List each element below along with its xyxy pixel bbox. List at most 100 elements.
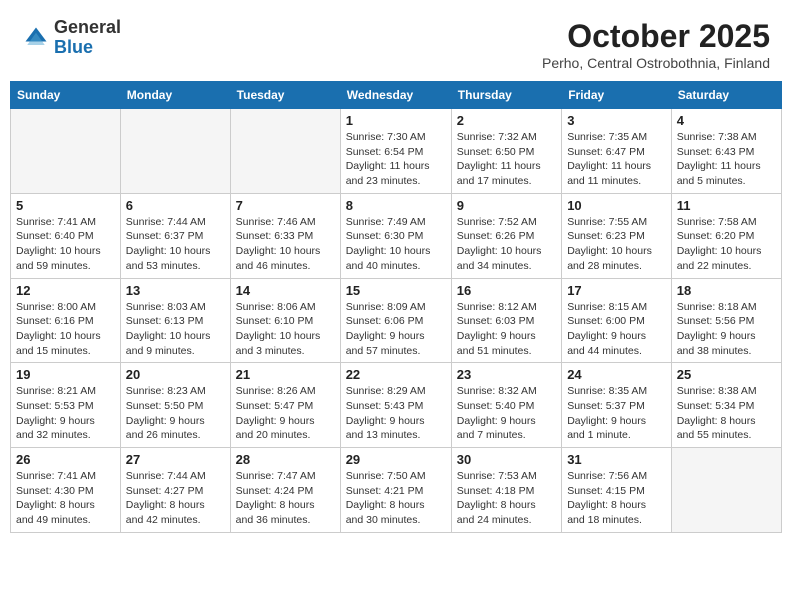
day-info: Sunrise: 8:26 AM Sunset: 5:47 PM Dayligh… xyxy=(236,384,335,443)
calendar-cell: 27 Sunrise: 7:44 AM Sunset: 4:27 PM Dayli… xyxy=(120,448,230,533)
day-number: 16 xyxy=(457,283,556,298)
calendar-cell xyxy=(11,109,121,194)
day-info: Sunrise: 7:55 AM Sunset: 6:23 PM Dayligh… xyxy=(567,215,666,274)
day-number: 4 xyxy=(677,113,776,128)
day-info: Sunrise: 8:38 AM Sunset: 5:34 PM Dayligh… xyxy=(677,384,776,443)
day-number: 7 xyxy=(236,198,335,213)
calendar-header-monday: Monday xyxy=(120,82,230,109)
calendar-cell xyxy=(120,109,230,194)
logo-blue-text: Blue xyxy=(54,37,93,57)
calendar-cell: 24 Sunrise: 8:35 AM Sunset: 5:37 PM Dayli… xyxy=(562,363,672,448)
calendar-cell: 7 Sunrise: 7:46 AM Sunset: 6:33 PM Daylig… xyxy=(230,193,340,278)
day-info: Sunrise: 8:35 AM Sunset: 5:37 PM Dayligh… xyxy=(567,384,666,443)
calendar-cell: 10 Sunrise: 7:55 AM Sunset: 6:23 PM Dayli… xyxy=(562,193,672,278)
page-header: General Blue October 2025 Perho, Central… xyxy=(10,10,782,75)
calendar-cell: 14 Sunrise: 8:06 AM Sunset: 6:10 PM Dayli… xyxy=(230,278,340,363)
day-number: 15 xyxy=(346,283,446,298)
calendar-cell: 17Sunrise: 8:15 AM Sunset: 6:00 PM Dayli… xyxy=(562,278,672,363)
day-number: 1 xyxy=(346,113,446,128)
week-row-4: 19 Sunrise: 8:21 AM Sunset: 5:53 PM Dayli… xyxy=(11,363,782,448)
calendar-cell: 12Sunrise: 8:00 AM Sunset: 6:16 PM Dayli… xyxy=(11,278,121,363)
day-number: 29 xyxy=(346,452,446,467)
day-number: 2 xyxy=(457,113,556,128)
day-info: Sunrise: 7:49 AM Sunset: 6:30 PM Dayligh… xyxy=(346,215,446,274)
day-info: Sunrise: 7:52 AM Sunset: 6:26 PM Dayligh… xyxy=(457,215,556,274)
logo-general-text: General xyxy=(54,17,121,37)
day-number: 8 xyxy=(346,198,446,213)
day-info: Sunrise: 7:41 AM Sunset: 6:40 PM Dayligh… xyxy=(16,215,115,274)
day-number: 6 xyxy=(126,198,225,213)
calendar-header-row: SundayMondayTuesdayWednesdayThursdayFrid… xyxy=(11,82,782,109)
day-info: Sunrise: 8:12 AM Sunset: 6:03 PM Dayligh… xyxy=(457,300,556,359)
calendar-cell: 1 Sunrise: 7:30 AM Sunset: 6:54 PM Daylig… xyxy=(340,109,451,194)
day-number: 9 xyxy=(457,198,556,213)
day-info: Sunrise: 8:29 AM Sunset: 5:43 PM Dayligh… xyxy=(346,384,446,443)
calendar-cell: 26Sunrise: 7:41 AM Sunset: 4:30 PM Dayli… xyxy=(11,448,121,533)
week-row-5: 26Sunrise: 7:41 AM Sunset: 4:30 PM Dayli… xyxy=(11,448,782,533)
day-number: 3 xyxy=(567,113,666,128)
day-info: Sunrise: 8:32 AM Sunset: 5:40 PM Dayligh… xyxy=(457,384,556,443)
calendar-header-sunday: Sunday xyxy=(11,82,121,109)
day-info: Sunrise: 8:18 AM Sunset: 5:56 PM Dayligh… xyxy=(677,300,776,359)
calendar-header-friday: Friday xyxy=(562,82,672,109)
day-number: 11 xyxy=(677,198,776,213)
day-number: 24 xyxy=(567,367,666,382)
day-info: Sunrise: 8:03 AM Sunset: 6:13 PM Dayligh… xyxy=(126,300,225,359)
day-number: 18 xyxy=(677,283,776,298)
calendar-cell: 16 Sunrise: 8:12 AM Sunset: 6:03 PM Dayli… xyxy=(451,278,561,363)
day-number: 25 xyxy=(677,367,776,382)
calendar-header-wednesday: Wednesday xyxy=(340,82,451,109)
day-info: Sunrise: 8:09 AM Sunset: 6:06 PM Dayligh… xyxy=(346,300,446,359)
day-info: Sunrise: 7:41 AM Sunset: 4:30 PM Dayligh… xyxy=(16,469,115,528)
day-info: Sunrise: 7:50 AM Sunset: 4:21 PM Dayligh… xyxy=(346,469,446,528)
day-number: 21 xyxy=(236,367,335,382)
calendar-cell: 2 Sunrise: 7:32 AM Sunset: 6:50 PM Daylig… xyxy=(451,109,561,194)
calendar-cell xyxy=(230,109,340,194)
day-number: 30 xyxy=(457,452,556,467)
day-info: Sunrise: 7:53 AM Sunset: 4:18 PM Dayligh… xyxy=(457,469,556,528)
week-row-1: 1 Sunrise: 7:30 AM Sunset: 6:54 PM Daylig… xyxy=(11,109,782,194)
calendar-cell: 23 Sunrise: 8:32 AM Sunset: 5:40 PM Dayli… xyxy=(451,363,561,448)
calendar-header-tuesday: Tuesday xyxy=(230,82,340,109)
day-info: Sunrise: 7:32 AM Sunset: 6:50 PM Dayligh… xyxy=(457,130,556,189)
day-number: 20 xyxy=(126,367,225,382)
calendar-cell: 9 Sunrise: 7:52 AM Sunset: 6:26 PM Daylig… xyxy=(451,193,561,278)
day-info: Sunrise: 7:56 AM Sunset: 4:15 PM Dayligh… xyxy=(567,469,666,528)
day-info: Sunrise: 7:30 AM Sunset: 6:54 PM Dayligh… xyxy=(346,130,446,189)
calendar-cell: 31Sunrise: 7:56 AM Sunset: 4:15 PM Dayli… xyxy=(562,448,672,533)
calendar-cell: 4 Sunrise: 7:38 AM Sunset: 6:43 PM Daylig… xyxy=(671,109,781,194)
calendar-cell: 29 Sunrise: 7:50 AM Sunset: 4:21 PM Dayli… xyxy=(340,448,451,533)
day-number: 13 xyxy=(126,283,225,298)
day-number: 27 xyxy=(126,452,225,467)
calendar-cell: 18 Sunrise: 8:18 AM Sunset: 5:56 PM Dayli… xyxy=(671,278,781,363)
day-info: Sunrise: 7:58 AM Sunset: 6:20 PM Dayligh… xyxy=(677,215,776,274)
month-title: October 2025 xyxy=(542,18,770,55)
day-info: Sunrise: 7:46 AM Sunset: 6:33 PM Dayligh… xyxy=(236,215,335,274)
calendar-cell: 22Sunrise: 8:29 AM Sunset: 5:43 PM Dayli… xyxy=(340,363,451,448)
day-number: 19 xyxy=(16,367,115,382)
day-info: Sunrise: 7:44 AM Sunset: 6:37 PM Dayligh… xyxy=(126,215,225,274)
day-info: Sunrise: 7:44 AM Sunset: 4:27 PM Dayligh… xyxy=(126,469,225,528)
calendar-cell: 11 Sunrise: 7:58 AM Sunset: 6:20 PM Dayli… xyxy=(671,193,781,278)
week-row-2: 5 Sunrise: 7:41 AM Sunset: 6:40 PM Daylig… xyxy=(11,193,782,278)
calendar-cell: 5 Sunrise: 7:41 AM Sunset: 6:40 PM Daylig… xyxy=(11,193,121,278)
day-info: Sunrise: 8:06 AM Sunset: 6:10 PM Dayligh… xyxy=(236,300,335,359)
day-number: 5 xyxy=(16,198,115,213)
calendar-cell: 21 Sunrise: 8:26 AM Sunset: 5:47 PM Dayli… xyxy=(230,363,340,448)
logo: General Blue xyxy=(22,18,121,58)
calendar-cell: 28Sunrise: 7:47 AM Sunset: 4:24 PM Dayli… xyxy=(230,448,340,533)
location-subtitle: Perho, Central Ostrobothnia, Finland xyxy=(542,55,770,71)
calendar-cell: 6 Sunrise: 7:44 AM Sunset: 6:37 PM Daylig… xyxy=(120,193,230,278)
day-number: 23 xyxy=(457,367,556,382)
week-row-3: 12Sunrise: 8:00 AM Sunset: 6:16 PM Dayli… xyxy=(11,278,782,363)
day-info: Sunrise: 8:21 AM Sunset: 5:53 PM Dayligh… xyxy=(16,384,115,443)
logo-icon xyxy=(22,24,50,52)
day-number: 14 xyxy=(236,283,335,298)
day-number: 10 xyxy=(567,198,666,213)
calendar-header-thursday: Thursday xyxy=(451,82,561,109)
calendar-header-saturday: Saturday xyxy=(671,82,781,109)
day-info: Sunrise: 7:38 AM Sunset: 6:43 PM Dayligh… xyxy=(677,130,776,189)
calendar-cell: 8 Sunrise: 7:49 AM Sunset: 6:30 PM Daylig… xyxy=(340,193,451,278)
calendar-cell: 13 Sunrise: 8:03 AM Sunset: 6:13 PM Dayli… xyxy=(120,278,230,363)
calendar-table: SundayMondayTuesdayWednesdayThursdayFrid… xyxy=(10,81,782,533)
